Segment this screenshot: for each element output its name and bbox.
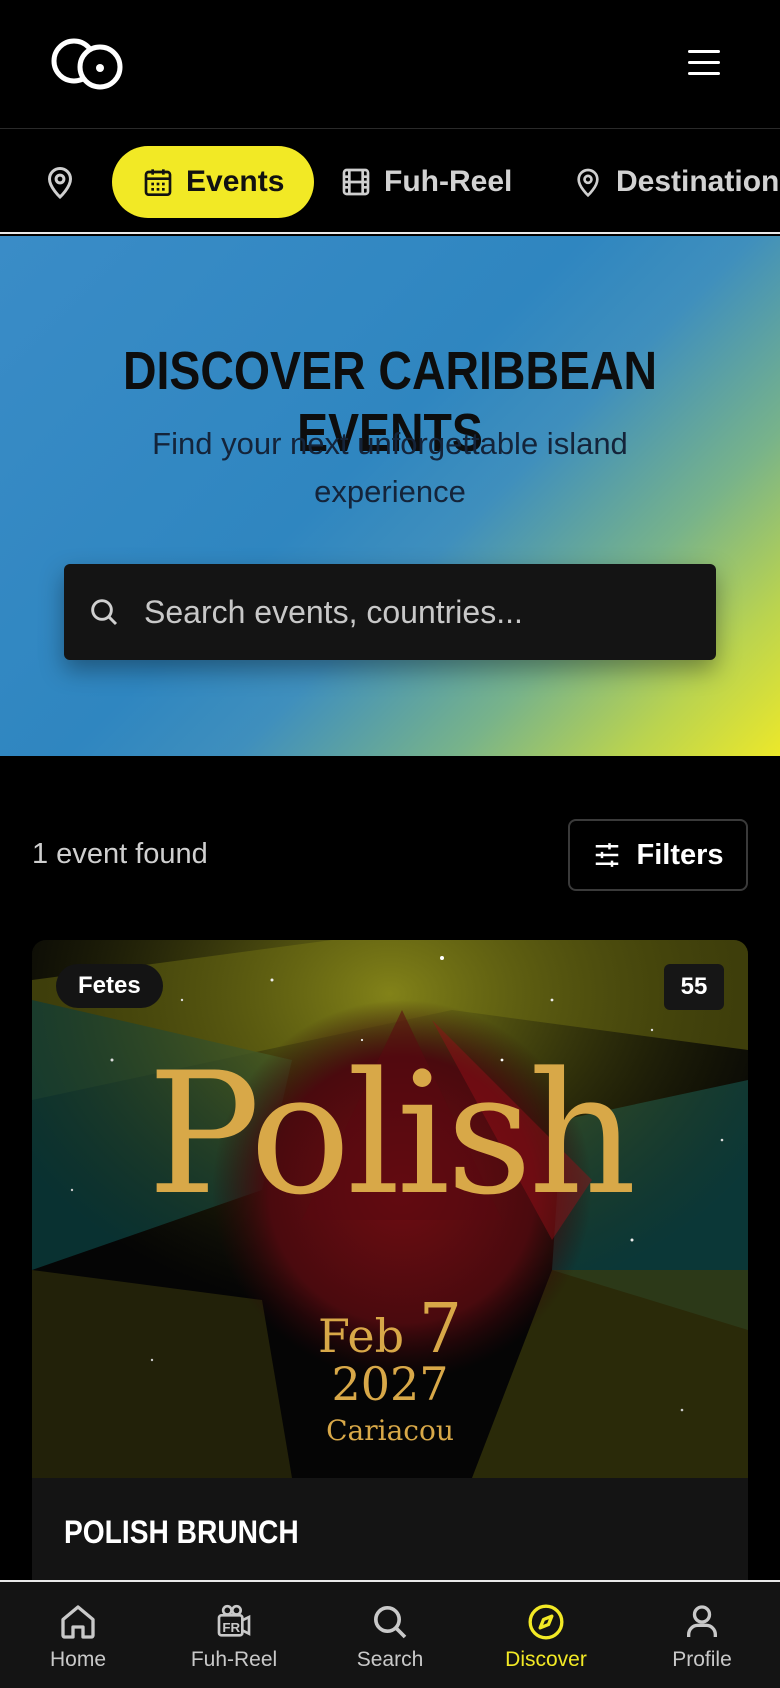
home-icon xyxy=(61,1605,95,1639)
tab-label: Events xyxy=(186,165,285,198)
film-icon xyxy=(342,168,370,196)
tab-events[interactable]: Events xyxy=(112,146,315,218)
user-icon xyxy=(687,1605,717,1637)
hero-banner: DISCOVER CARIBBEAN EVENTS Find your next… xyxy=(0,236,780,756)
svg-text:FR: FR xyxy=(222,1620,240,1635)
tab-fuh-reel[interactable]: Fuh-Reel xyxy=(340,146,512,218)
search-icon xyxy=(374,1606,407,1639)
calendar-icon xyxy=(144,169,172,196)
nav-profile[interactable]: Profile xyxy=(624,1582,780,1688)
tab-label: Fuh-Reel xyxy=(384,165,513,198)
event-poster[interactable]: Polish Feb 7 2027 Cariacou Fetes 55 xyxy=(32,940,748,1478)
nav-label: Discover xyxy=(505,1648,587,1671)
nav-discover[interactable]: Discover xyxy=(468,1582,624,1688)
nav-home[interactable]: Home xyxy=(0,1582,156,1688)
poster-month: Feb xyxy=(318,1309,405,1363)
nav-search[interactable]: Search xyxy=(312,1582,468,1688)
poster-date: Feb 7 2027 xyxy=(32,1296,748,1411)
hero-subtitle: Find your next unforgettable island expe… xyxy=(152,426,628,509)
sliders-icon xyxy=(596,843,619,867)
event-title[interactable]: POLISH BRUNCH xyxy=(64,1514,299,1551)
tab-destinations[interactable]: Destinations xyxy=(572,146,780,218)
fuh-reel-icon: FR xyxy=(217,1604,251,1637)
filters-label: Filters xyxy=(636,838,724,871)
poster-event-name: Polish xyxy=(147,1036,636,1232)
map-pin-icon xyxy=(577,168,599,198)
app-logo-icon[interactable] xyxy=(50,35,126,93)
menu-icon[interactable] xyxy=(686,44,722,80)
nav-label: Home xyxy=(49,1648,107,1671)
tab-label: Destinations xyxy=(616,165,780,198)
bottom-navigation: Home FR Fuh-Reel Search Discover Profile xyxy=(0,1580,780,1688)
top-bar xyxy=(0,0,780,129)
category-badge: Fetes xyxy=(56,964,163,1008)
search-input[interactable] xyxy=(144,564,694,660)
nav-label: Profile xyxy=(672,1648,732,1671)
search-bar[interactable] xyxy=(64,564,716,660)
poster-place: Cariacou xyxy=(326,1414,454,1447)
nav-label: Fuh-Reel xyxy=(190,1648,278,1671)
result-count: 1 event found xyxy=(32,838,208,870)
category-tabs: Events Fuh-Reel Destinations xyxy=(0,130,780,234)
count-badge: 55 xyxy=(664,964,724,1010)
map-pin-icon[interactable] xyxy=(42,164,78,200)
nav-fuh-reel[interactable]: FR Fuh-Reel xyxy=(156,1582,312,1688)
event-card[interactable]: Polish Feb 7 2027 Cariacou Fetes 55 POLI… xyxy=(32,940,748,1580)
search-icon xyxy=(91,599,118,626)
poster-year: 2027 xyxy=(331,1357,449,1411)
nav-label: Search xyxy=(356,1648,424,1671)
filters-button[interactable]: Filters xyxy=(568,819,748,891)
compass-icon xyxy=(528,1604,564,1640)
